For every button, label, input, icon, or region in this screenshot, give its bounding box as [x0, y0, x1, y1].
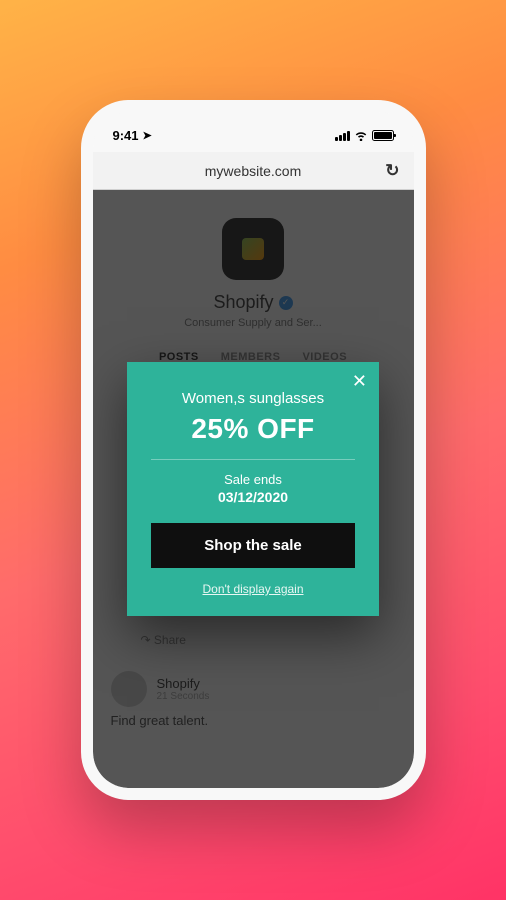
popup-title: Women,s sunglasses — [151, 390, 355, 407]
promo-popup: ✕ Women,s sunglasses 25% OFF Sale ends 0… — [127, 362, 379, 616]
url-bar[interactable]: mywebsite.com ↻ — [93, 152, 414, 190]
url-text: mywebsite.com — [205, 163, 301, 179]
popup-divider — [151, 459, 355, 460]
popup-sale-ends-label: Sale ends — [151, 472, 355, 487]
popup-sale-ends-date: 03/12/2020 — [151, 489, 355, 505]
shop-sale-button[interactable]: Shop the sale — [151, 523, 355, 568]
refresh-icon[interactable]: ↻ — [385, 161, 399, 181]
status-right — [335, 130, 394, 141]
page-content: Shopify ✓ Consumer Supply and Ser... POS… — [93, 190, 414, 788]
status-left: 9:41 ➤ — [113, 128, 152, 143]
dismiss-link[interactable]: Don't display again — [151, 582, 355, 596]
phone-frame: 9:41 ➤ mywebsite.com ↻ — [81, 100, 426, 800]
close-icon[interactable]: ✕ — [352, 372, 367, 390]
location-icon: ➤ — [143, 129, 152, 142]
battery-icon — [372, 130, 394, 141]
phone-screen: 9:41 ➤ mywebsite.com ↻ — [93, 112, 414, 788]
wifi-icon — [354, 130, 368, 141]
phone-notch — [173, 112, 333, 138]
status-time: 9:41 — [113, 128, 139, 143]
modal-overlay[interactable]: ✕ Women,s sunglasses 25% OFF Sale ends 0… — [93, 190, 414, 788]
signal-icon — [335, 130, 350, 141]
popup-discount: 25% OFF — [151, 413, 355, 445]
